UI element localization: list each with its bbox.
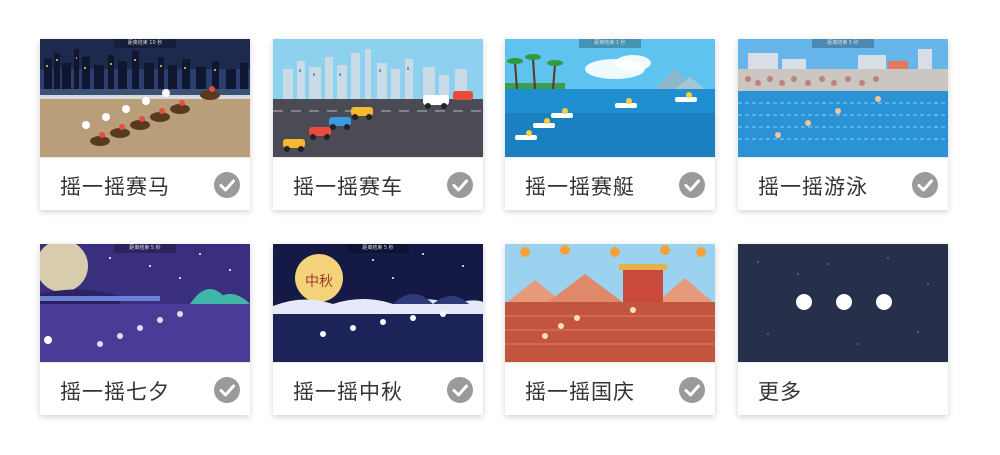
countdown-banner: 距离结束 5 秒 (812, 39, 874, 48)
countdown-banner: 距离结束 10 秒 (114, 39, 176, 48)
card-label-row: 摇一摇七夕 (40, 362, 250, 415)
more-card[interactable]: 更多 (738, 244, 948, 415)
checkmark-icon[interactable] (447, 377, 473, 403)
checkmark-icon[interactable] (214, 377, 240, 403)
card-label-row: 摇一摇赛艇 (505, 157, 715, 210)
more-label: 更多 (758, 380, 802, 404)
car-racing-thumbnail (273, 39, 483, 157)
game-card-swimming[interactable]: 距离结束 5 秒 摇一摇游泳 (738, 39, 948, 210)
card-label-row: 摇一摇国庆 (505, 362, 715, 415)
game-card-boat-racing[interactable]: 距离结束 1 秒 摇一摇赛艇 (505, 39, 715, 210)
countdown-text: 距离结束 5 秒 (362, 245, 394, 251)
card-label-row: 摇一摇赛马 (40, 157, 250, 210)
mid-autumn-thumbnail: 中秋 (273, 244, 483, 362)
game-card-horse-racing[interactable]: 距离结束 10 秒 摇一摇赛马 (40, 39, 250, 210)
game-title: 摇一摇七夕 (60, 380, 170, 404)
game-card-mid-autumn[interactable]: 中秋 距离结束 5 秒 摇一摇中秋 (273, 244, 483, 415)
game-card-car-racing[interactable]: 摇一摇赛车 (273, 39, 483, 210)
game-card-national-day[interactable]: 摇一摇国庆 (505, 244, 715, 415)
checkmark-icon[interactable] (447, 172, 473, 198)
game-title: 摇一摇中秋 (293, 380, 403, 404)
countdown-banner: 距离结束 5 秒 (347, 244, 409, 253)
game-title: 摇一摇赛马 (60, 175, 170, 199)
swimming-thumbnail (738, 39, 948, 157)
countdown-banner: 距离结束 5 秒 (114, 244, 176, 253)
countdown-text: 距离结束 5 秒 (129, 245, 161, 251)
checkmark-icon[interactable] (214, 172, 240, 198)
card-label-row: 摇一摇赛车 (273, 157, 483, 210)
countdown-text: 距离结束 10 秒 (127, 40, 163, 46)
game-title: 摇一摇游泳 (758, 175, 868, 199)
moon-text: 中秋 (305, 274, 333, 290)
national-day-thumbnail (505, 244, 715, 362)
countdown-text: 距离结束 1 秒 (594, 40, 626, 46)
game-title: 摇一摇赛车 (293, 175, 403, 199)
checkmark-icon[interactable] (679, 377, 705, 403)
checkmark-icon[interactable] (679, 172, 705, 198)
qixi-thumbnail (40, 244, 250, 362)
game-card-qixi[interactable]: 距离结束 5 秒 摇一摇七夕 (40, 244, 250, 415)
boat-racing-thumbnail (505, 39, 715, 157)
game-title: 摇一摇国庆 (525, 380, 635, 404)
more-thumbnail (738, 244, 948, 362)
card-label-row: 更多 (738, 362, 948, 415)
countdown-text: 距离结束 5 秒 (827, 40, 859, 46)
card-label-row: 摇一摇中秋 (273, 362, 483, 415)
checkmark-icon[interactable] (912, 172, 938, 198)
countdown-banner: 距离结束 1 秒 (579, 39, 641, 48)
horse-racing-thumbnail (40, 39, 250, 157)
card-label-row: 摇一摇游泳 (738, 157, 948, 210)
game-title: 摇一摇赛艇 (525, 175, 635, 199)
